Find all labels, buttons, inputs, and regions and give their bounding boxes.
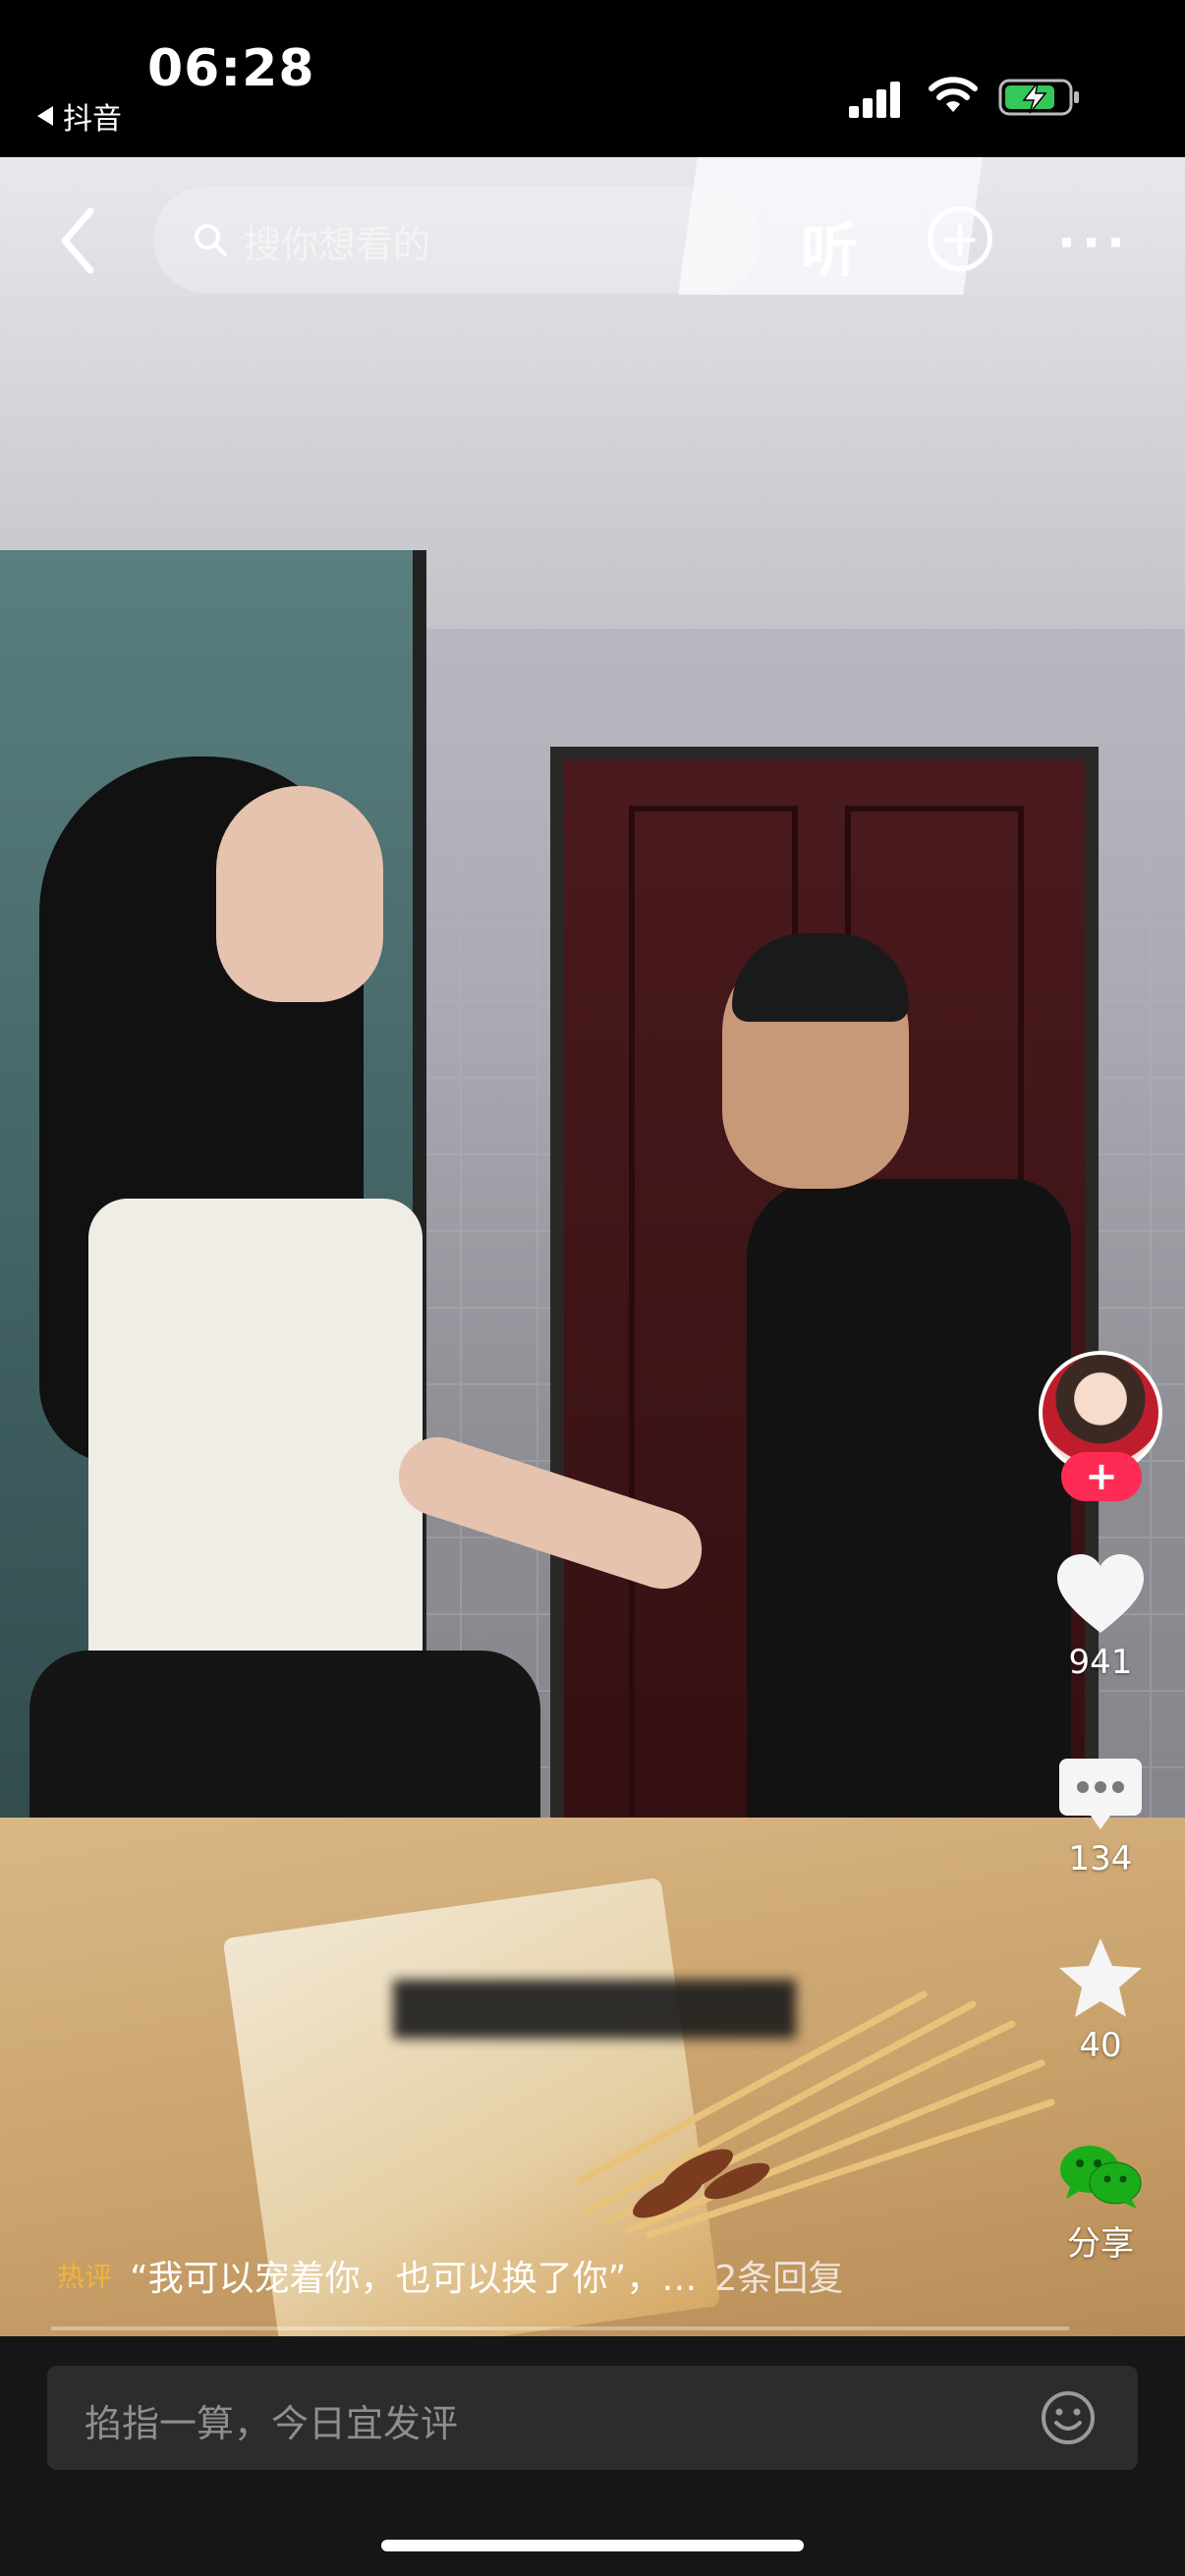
back-to-app-link[interactable]: 抖音 — [37, 94, 122, 138]
man-black-shirt — [747, 1179, 1071, 1926]
follow-button[interactable]: + — [1061, 1452, 1142, 1501]
battery-charging-icon — [998, 79, 1079, 116]
like-button[interactable]: 941 — [1037, 1552, 1164, 1682]
blurred-caption — [393, 1980, 796, 2039]
home-indicator — [381, 2540, 804, 2551]
listen-button[interactable]: 听 — [801, 204, 858, 287]
add-circle-button[interactable]: + — [928, 206, 992, 271]
like-count: 941 — [1068, 1643, 1133, 1682]
woman-white-top — [88, 1199, 423, 1709]
search-icon — [195, 224, 227, 256]
heart-icon — [1057, 1554, 1144, 1633]
cellular-signal-icon — [849, 82, 900, 118]
back-app-label: 抖音 — [63, 102, 122, 137]
wifi-icon — [929, 77, 978, 112]
hot-comment[interactable]: 热评 “我可以宠着你，也可以换了你”，… 2条回复 — [57, 2250, 843, 2301]
more-options-button[interactable]: ··· — [1057, 214, 1131, 271]
video-player[interactable] — [0, 157, 1185, 2336]
video-progress-bar[interactable] — [51, 2326, 1069, 2330]
plus-icon: + — [939, 210, 981, 267]
search-placeholder[interactable]: 搜你想看的 — [244, 214, 430, 268]
comment-bubble-icon — [1059, 1759, 1142, 1829]
emoji-icon[interactable] — [1040, 2389, 1097, 2446]
comment-count: 134 — [1068, 1839, 1133, 1878]
status-time: 06:28 — [147, 39, 315, 98]
comment-button[interactable]: 134 — [1037, 1755, 1164, 1878]
favorite-count: 40 — [1079, 2026, 1122, 2065]
back-chevron-icon[interactable] — [51, 201, 110, 280]
wechat-icon — [1060, 2146, 1142, 2209]
star-icon — [1059, 1938, 1142, 2017]
share-label: 分享 — [1067, 2224, 1134, 2264]
share-button[interactable]: 分享 — [1037, 2142, 1164, 2265]
back-triangle-icon — [37, 106, 53, 126]
comment-input-placeholder[interactable]: 掐指一算，今日宜发评 — [85, 2393, 458, 2447]
reply-count-link[interactable]: 2条回复 — [714, 2250, 843, 2301]
hot-comment-tag: 热评 — [57, 2261, 113, 2293]
favorite-button[interactable]: 40 — [1037, 1935, 1164, 2065]
hot-comment-text: “我可以宠着你，也可以换了你”，… — [130, 2259, 698, 2299]
woman-face — [216, 786, 383, 1002]
